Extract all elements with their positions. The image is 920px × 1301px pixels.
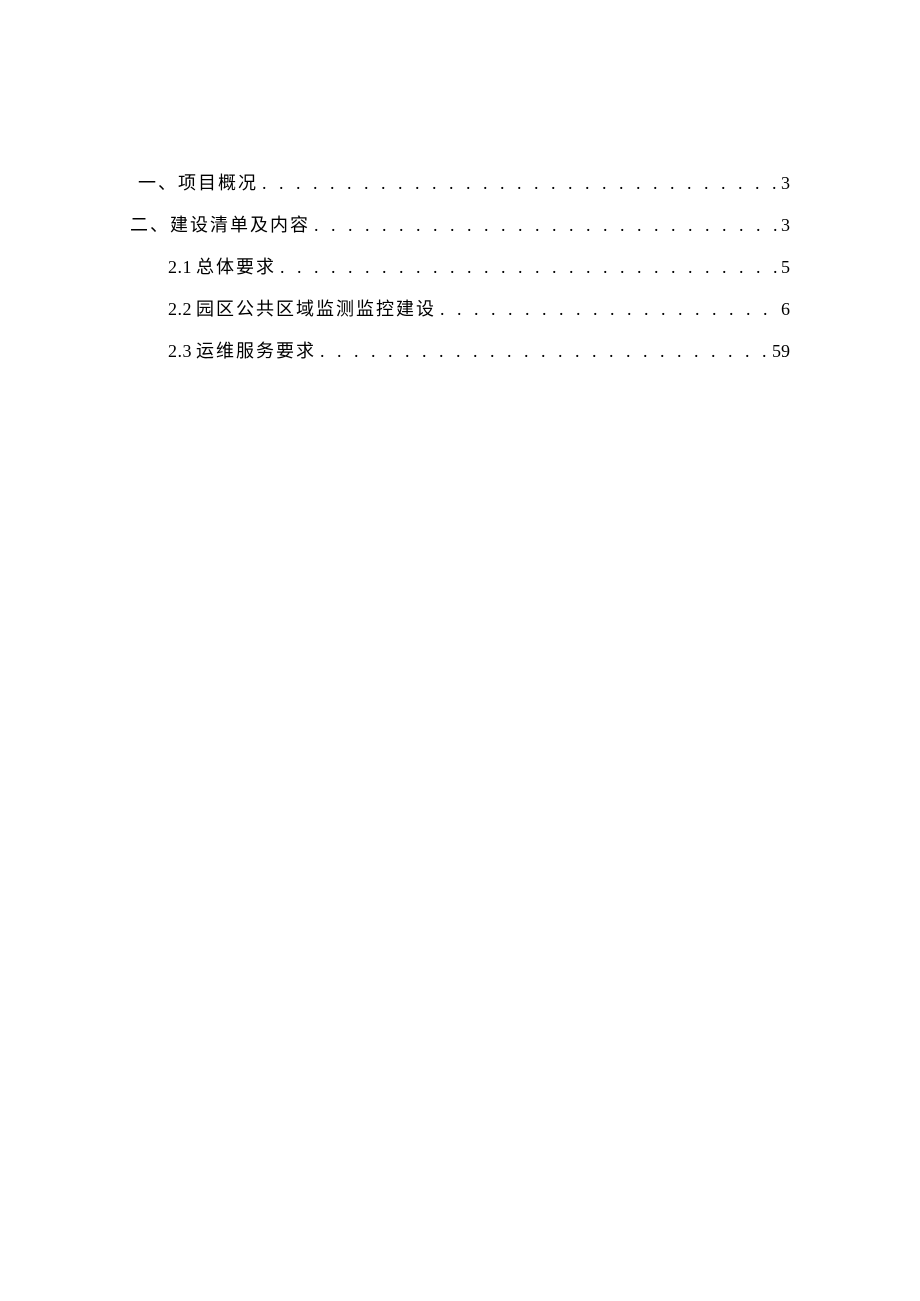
toc-entry-number: 2.2 — [168, 299, 192, 319]
toc-entry-number: 2.3 — [168, 341, 192, 361]
toc-leader-dots — [276, 246, 781, 288]
toc-entry-title: 总体要求 — [196, 257, 276, 277]
toc-entry-page: 5 — [781, 246, 790, 288]
toc-entry[interactable]: 2.1总体要求 5 — [130, 246, 790, 288]
toc-leader-dots — [316, 330, 772, 372]
toc-entry-label: 二、建设清单及内容 — [130, 204, 310, 246]
toc-leader-dots — [258, 162, 781, 204]
toc-leader-dots — [436, 288, 781, 330]
toc-entry-title: 一、项目概况 — [138, 173, 258, 193]
toc-entry-page: 3 — [781, 162, 790, 204]
toc-entry-label: 2.2园区公共区域监测监控建设 — [168, 288, 436, 330]
toc-entry-number: 2.1 — [168, 257, 192, 277]
toc-entry-page: 6 — [781, 288, 790, 330]
toc-entry-label: 2.1总体要求 — [168, 246, 276, 288]
document-page: 一、项目概况3二、建设清单及内容32.1总体要求52.2园区公共区域监测监控建设… — [0, 0, 920, 1301]
toc-entry[interactable]: 2.3运维服务要求 59 — [130, 330, 790, 372]
toc-leader-dots — [310, 204, 781, 246]
toc-entry[interactable]: 2.2园区公共区域监测监控建设 6 — [130, 288, 790, 330]
toc-entry-title: 二、建设清单及内容 — [130, 215, 310, 235]
toc-entry-label: 一、项目概况 — [138, 162, 258, 204]
toc-entry[interactable]: 二、建设清单及内容 3 — [130, 204, 790, 246]
toc-entry-title: 运维服务要求 — [196, 341, 316, 361]
toc-entry-label: 2.3运维服务要求 — [168, 330, 316, 372]
toc-entry-page: 59 — [772, 330, 790, 372]
table-of-contents: 一、项目概况3二、建设清单及内容32.1总体要求52.2园区公共区域监测监控建设… — [130, 162, 790, 372]
toc-entry[interactable]: 一、项目概况 3 — [130, 162, 790, 204]
toc-entry-title: 园区公共区域监测监控建设 — [196, 299, 436, 319]
toc-entry-page: 3 — [781, 204, 790, 246]
